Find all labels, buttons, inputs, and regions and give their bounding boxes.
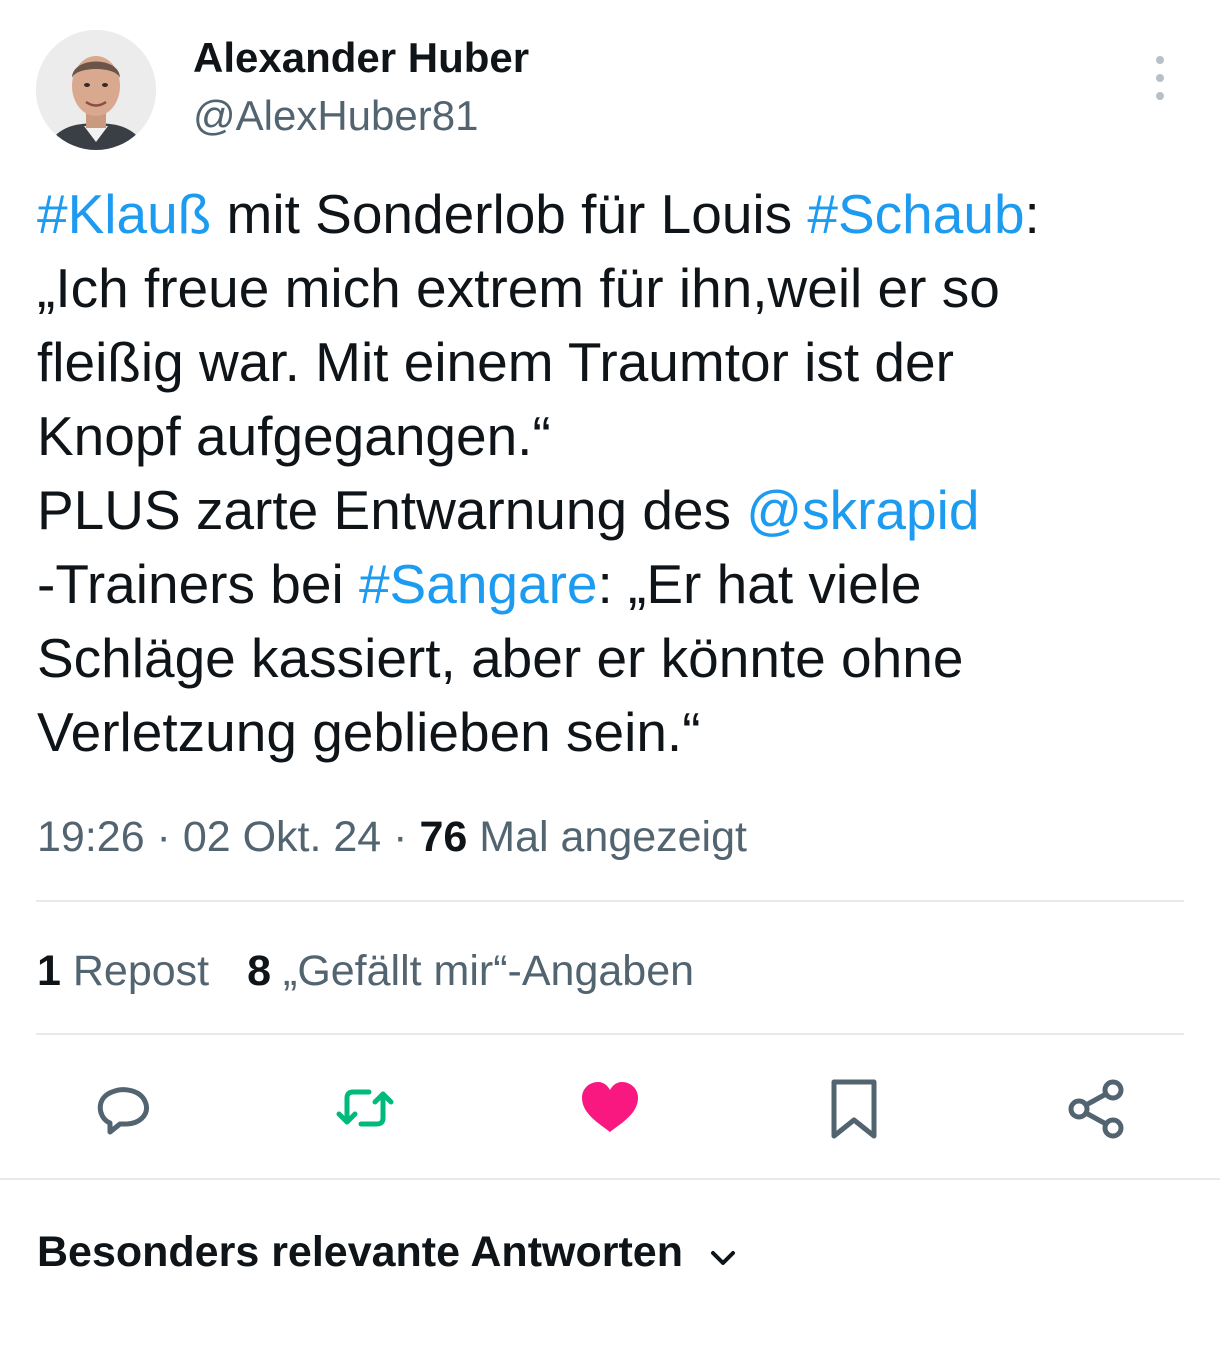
tweet-line: PLUS zarte Entwarnung des @skrapid: [37, 473, 1187, 547]
tweet-text-segment: : „Er hat viele: [597, 553, 922, 615]
more-dot: [1156, 92, 1164, 100]
hashtag-link[interactable]: #Schaub: [807, 183, 1024, 245]
reposts-label: Repost: [72, 947, 210, 995]
tweet-line: -Trainers bei #Sangare: „Er hat viele: [37, 547, 1187, 621]
like-icon: [582, 1082, 638, 1132]
reposts-count: 1: [37, 947, 61, 995]
tweet-text-segment: :: [1024, 183, 1040, 245]
views-label: Mal angezeigt: [479, 813, 747, 861]
divider: [36, 900, 1184, 902]
tweet-time[interactable]: 19:26: [37, 813, 145, 861]
tweet-line: Verletzung geblieben sein.“: [37, 701, 701, 763]
reply-icon: [97, 1087, 149, 1135]
tweet-line: fleißig war. Mit einem Traumtor ist der: [37, 331, 954, 393]
tweet-text-segment: -Trainers bei: [37, 553, 359, 615]
repost-button[interactable]: [333, 1076, 397, 1140]
views-count: 76: [419, 813, 468, 861]
tweet-line: Schläge kassiert, aber er könnte ohne: [37, 627, 964, 689]
divider: [0, 1178, 1220, 1180]
meta-separator: ·: [381, 813, 420, 861]
share-button[interactable]: [1065, 1076, 1129, 1140]
more-dot: [1156, 56, 1164, 64]
author-name[interactable]: Alexander Huber: [193, 32, 529, 84]
mention-link[interactable]: @skrapid: [746, 479, 979, 541]
tweet-text-segment: mit Sonderlob für Louis: [211, 183, 808, 245]
bookmark-icon: [831, 1079, 877, 1139]
tweet-line: „Ich freue mich extrem für ihn,weil er s…: [37, 257, 1000, 319]
tweet-date[interactable]: 02 Okt. 24: [183, 813, 381, 861]
like-button[interactable]: [578, 1076, 642, 1140]
profile-photo: [36, 30, 156, 150]
author-handle[interactable]: @AlexHuber81: [193, 90, 478, 142]
tweet-meta: 19:26 · 02 Okt. 24 · 76 Mal angezeigt: [37, 810, 747, 864]
tweet-line: #Klauß mit Sonderlob für Louis #Schaub:: [37, 177, 1187, 251]
share-icon: [1068, 1079, 1124, 1139]
likes-count: 8: [247, 947, 272, 995]
likes-label: „Gefällt mir“-Angaben: [283, 947, 695, 995]
more-dot: [1156, 74, 1164, 82]
reply-button[interactable]: [90, 1076, 154, 1140]
meta-separator: ·: [144, 813, 183, 861]
replies-sort-label: Besonders relevante Antworten: [37, 1228, 683, 1276]
repost-icon: [336, 1089, 394, 1127]
hashtag-link[interactable]: #Klauß: [37, 183, 211, 245]
likes-stat[interactable]: 8 „Gefällt mir“-Angaben: [247, 947, 694, 995]
chevron-down-icon: [705, 1234, 741, 1270]
reposts-stat[interactable]: 1 Repost: [37, 947, 209, 995]
replies-sort-dropdown[interactable]: Besonders relevante Antworten: [37, 1224, 741, 1280]
tweet-text: #Klauß mit Sonderlob für Louis #Schaub : …: [37, 177, 1187, 769]
engagement-stats: 1 Repost 8 „Gefällt mir“-Angaben: [37, 944, 694, 998]
action-bar: [0, 1068, 1220, 1148]
divider: [36, 1033, 1184, 1035]
avatar[interactable]: [36, 30, 156, 150]
bookmark-button[interactable]: [822, 1076, 886, 1140]
more-options-icon[interactable]: [1140, 56, 1180, 100]
tweet-line: Knopf aufgegangen.“: [37, 405, 551, 467]
tweet-text-segment: PLUS zarte Entwarnung des: [37, 479, 747, 541]
hashtag-link[interactable]: #Sangare: [359, 553, 598, 615]
